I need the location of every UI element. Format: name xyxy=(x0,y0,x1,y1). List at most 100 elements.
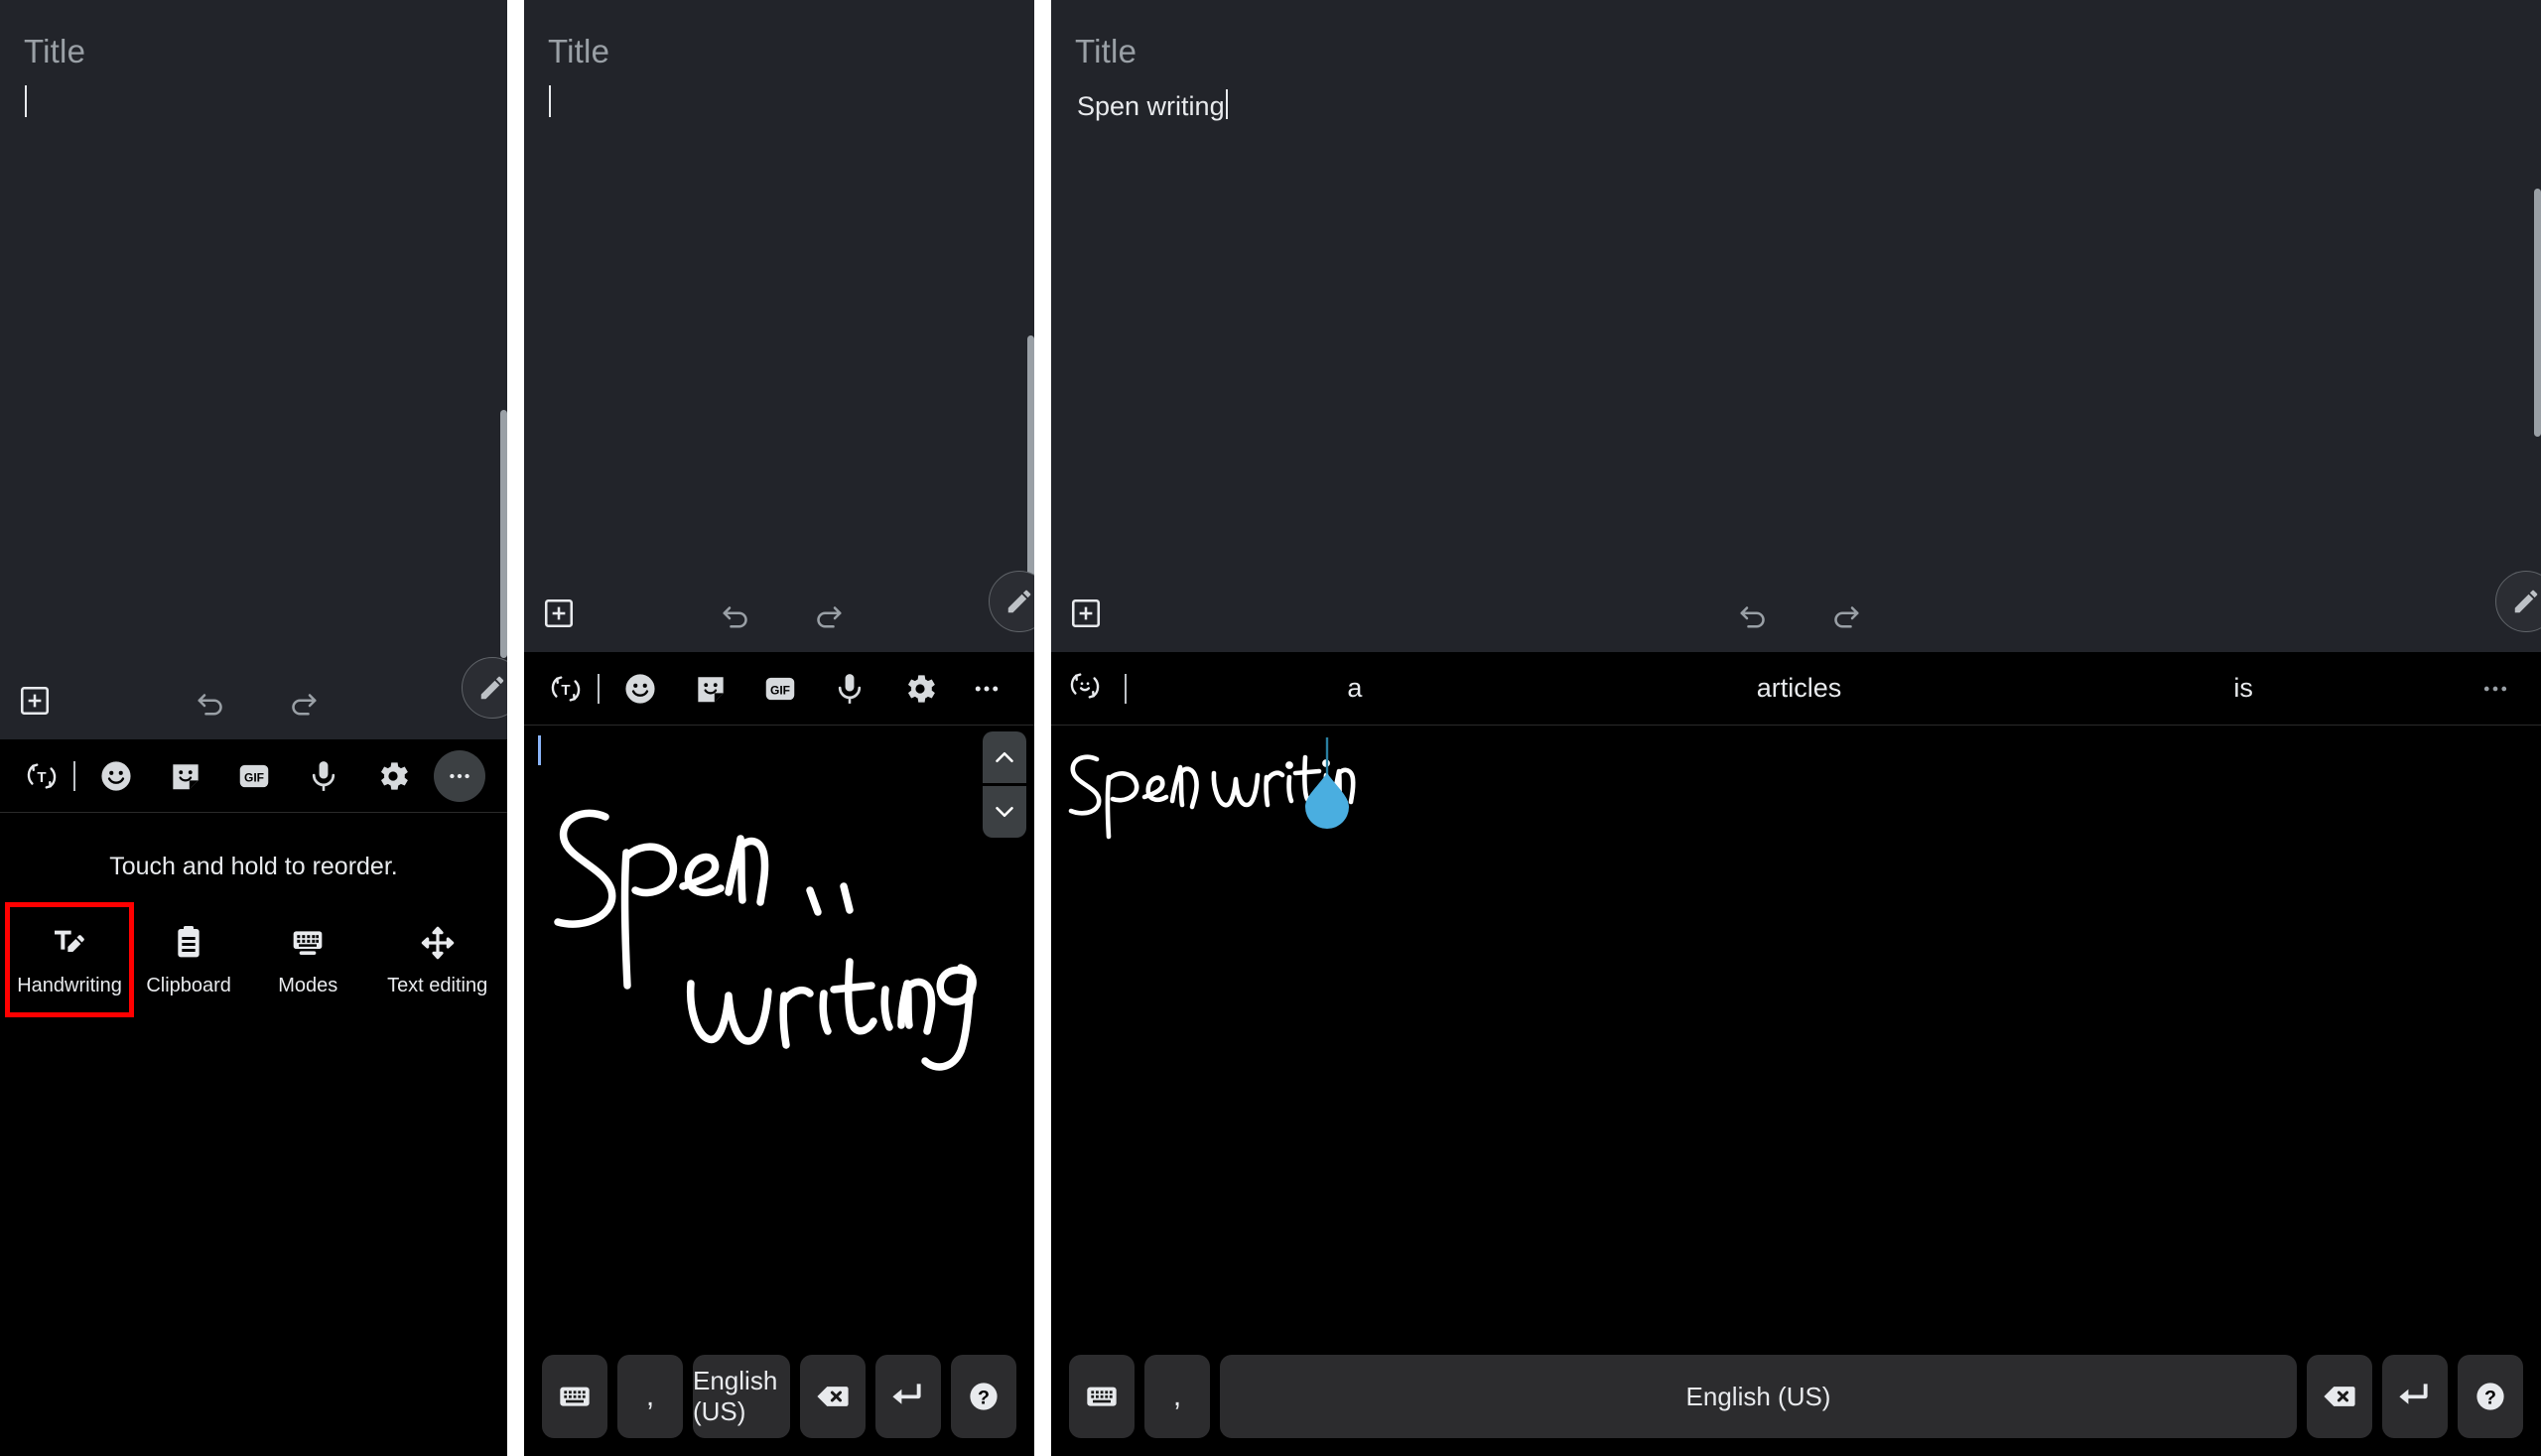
emoji-icon[interactable] xyxy=(81,757,151,795)
panel-keyboard-more-menu: Title T GIF Touch and hold to reorder. H… xyxy=(0,0,507,1456)
svg-text:GIF: GIF xyxy=(244,770,264,784)
note-toolbar-2 xyxy=(524,579,1034,652)
more-menu-grid: Handwriting Clipboard Modes Text editing xyxy=(0,902,507,1017)
toolbar-divider xyxy=(598,673,600,704)
suggestion-word-1[interactable]: a xyxy=(1133,673,1577,704)
backspace-key[interactable] xyxy=(2307,1355,2372,1438)
svg-text:GIF: GIF xyxy=(770,683,790,697)
text-caret xyxy=(1225,89,1228,119)
cursor-teardrop-handle[interactable] xyxy=(1299,733,1355,834)
text-editing-icon xyxy=(418,923,458,963)
gear-icon[interactable] xyxy=(358,757,428,795)
svg-text:T: T xyxy=(561,682,570,699)
undo-icon[interactable] xyxy=(1735,597,1771,633)
add-content-icon[interactable] xyxy=(542,596,576,630)
text-caret xyxy=(549,85,551,117)
scrollbar[interactable] xyxy=(500,410,507,658)
panel-divider xyxy=(1034,0,1051,1456)
note-editor-2[interactable]: Title xyxy=(524,0,1034,652)
microphone-icon[interactable] xyxy=(815,670,884,708)
redo-icon[interactable] xyxy=(1828,597,1864,633)
handwriting-ink xyxy=(554,809,977,1071)
more-item-clipboard[interactable]: Clipboard xyxy=(129,907,248,1012)
text-caret xyxy=(25,85,27,117)
help-key[interactable]: ? xyxy=(951,1355,1016,1438)
note-title-placeholder[interactable]: Title xyxy=(548,33,609,70)
comma-key[interactable]: , xyxy=(617,1355,683,1438)
keyboard-more-menu: Touch and hold to reorder. Handwriting C… xyxy=(0,813,507,1017)
suggestion-word-3[interactable]: is xyxy=(2021,673,2466,704)
modes-icon xyxy=(288,923,328,963)
nav-up-button[interactable] xyxy=(983,731,1026,783)
more-icon[interactable] xyxy=(955,674,1018,704)
undo-icon[interactable] xyxy=(193,685,228,721)
add-content-icon[interactable] xyxy=(18,684,52,718)
space-key-label: English (US) xyxy=(693,1366,778,1426)
keyboard-toolbar-1: T GIF xyxy=(0,739,507,813)
toolbar-divider xyxy=(73,760,75,791)
more-item-modes[interactable]: Modes xyxy=(248,907,367,1012)
more-item-handwriting[interactable]: Handwriting xyxy=(4,902,135,1017)
more-item-label: Clipboard xyxy=(146,974,231,996)
note-body-text[interactable]: Spen writing xyxy=(1077,85,1228,122)
comma-key[interactable]: , xyxy=(1144,1355,1210,1438)
keyboard-3: a articles is , English (US) ? xyxy=(1051,652,2541,1456)
add-content-icon[interactable] xyxy=(1069,596,1103,630)
screenshot-stage: Title T GIF Touch and hold to reorder. H… xyxy=(0,0,2541,1456)
more-item-label: Modes xyxy=(278,974,338,996)
more-icon[interactable] xyxy=(428,749,491,802)
gear-icon[interactable] xyxy=(885,670,955,708)
keyboard-switch-key[interactable] xyxy=(542,1355,607,1438)
note-title-placeholder[interactable]: Title xyxy=(1075,33,1137,70)
space-key[interactable]: English (US) xyxy=(1220,1355,2297,1438)
rotate-text-icon[interactable]: T xyxy=(540,671,592,707)
enter-key[interactable] xyxy=(2382,1355,2448,1438)
space-key-label: English (US) xyxy=(1685,1381,1831,1411)
more-item-label: Handwriting xyxy=(17,974,122,996)
keyboard-1: T GIF Touch and hold to reorder. Handwri… xyxy=(0,739,507,1456)
panel-divider xyxy=(507,0,524,1456)
note-body-value: Spen writing xyxy=(1077,91,1225,121)
space-key[interactable]: English (US) xyxy=(693,1355,790,1438)
note-toolbar-1 xyxy=(0,666,507,739)
note-editor-3[interactable]: Title Spen writing xyxy=(1051,0,2541,652)
suggestions-more-icon[interactable] xyxy=(2466,674,2525,704)
svg-text:T: T xyxy=(37,769,46,786)
emoji-swap-icon[interactable] xyxy=(1067,668,1119,709)
suggestion-strip: a articles is xyxy=(1051,652,2541,726)
more-item-label: Text editing xyxy=(387,974,488,996)
gif-icon[interactable]: GIF xyxy=(220,757,290,795)
note-toolbar-3 xyxy=(1051,579,2541,652)
microphone-icon[interactable] xyxy=(289,757,358,795)
keyboard-key-row-2: , English (US) ? xyxy=(524,1349,1034,1456)
help-key[interactable]: ? xyxy=(2458,1355,2523,1438)
comma-key-label: , xyxy=(1172,1380,1182,1412)
backspace-key[interactable] xyxy=(800,1355,866,1438)
note-editor-1[interactable]: Title xyxy=(0,0,507,739)
suggestion-word-2[interactable]: articles xyxy=(1577,673,2022,704)
handwriting-canvas-2[interactable] xyxy=(524,726,1034,1422)
keyboard-key-row-3: , English (US) ? xyxy=(1051,1349,2541,1456)
enter-key[interactable] xyxy=(875,1355,941,1438)
sticker-icon[interactable] xyxy=(151,757,220,795)
reorder-hint: Touch and hold to reorder. xyxy=(109,853,398,880)
redo-icon[interactable] xyxy=(811,597,847,633)
handwriting-canvas-3[interactable] xyxy=(1051,726,2541,1422)
redo-icon[interactable] xyxy=(286,685,322,721)
panel-handwriting-converted: Title Spen writing a articles is , Engli… xyxy=(1051,0,2541,1456)
more-item-text-editing[interactable]: Text editing xyxy=(367,907,507,1012)
panel-handwriting-input: Title T GIF , English (US) ? xyxy=(524,0,1034,1456)
emoji-icon[interactable] xyxy=(605,670,675,708)
keyboard-switch-key[interactable] xyxy=(1069,1355,1135,1438)
keyboard-toolbar-2: T GIF xyxy=(524,652,1034,726)
svg-text:?: ? xyxy=(978,1387,990,1408)
undo-icon[interactable] xyxy=(718,597,753,633)
note-title-placeholder[interactable]: Title xyxy=(24,33,85,70)
rotate-text-icon[interactable]: T xyxy=(16,758,67,794)
gif-icon[interactable]: GIF xyxy=(745,670,815,708)
scrollbar[interactable] xyxy=(2534,189,2541,437)
scrollbar[interactable] xyxy=(1027,335,1034,584)
sticker-icon[interactable] xyxy=(675,670,744,708)
handwriting-caret xyxy=(538,735,541,765)
clipboard-icon xyxy=(169,923,208,963)
